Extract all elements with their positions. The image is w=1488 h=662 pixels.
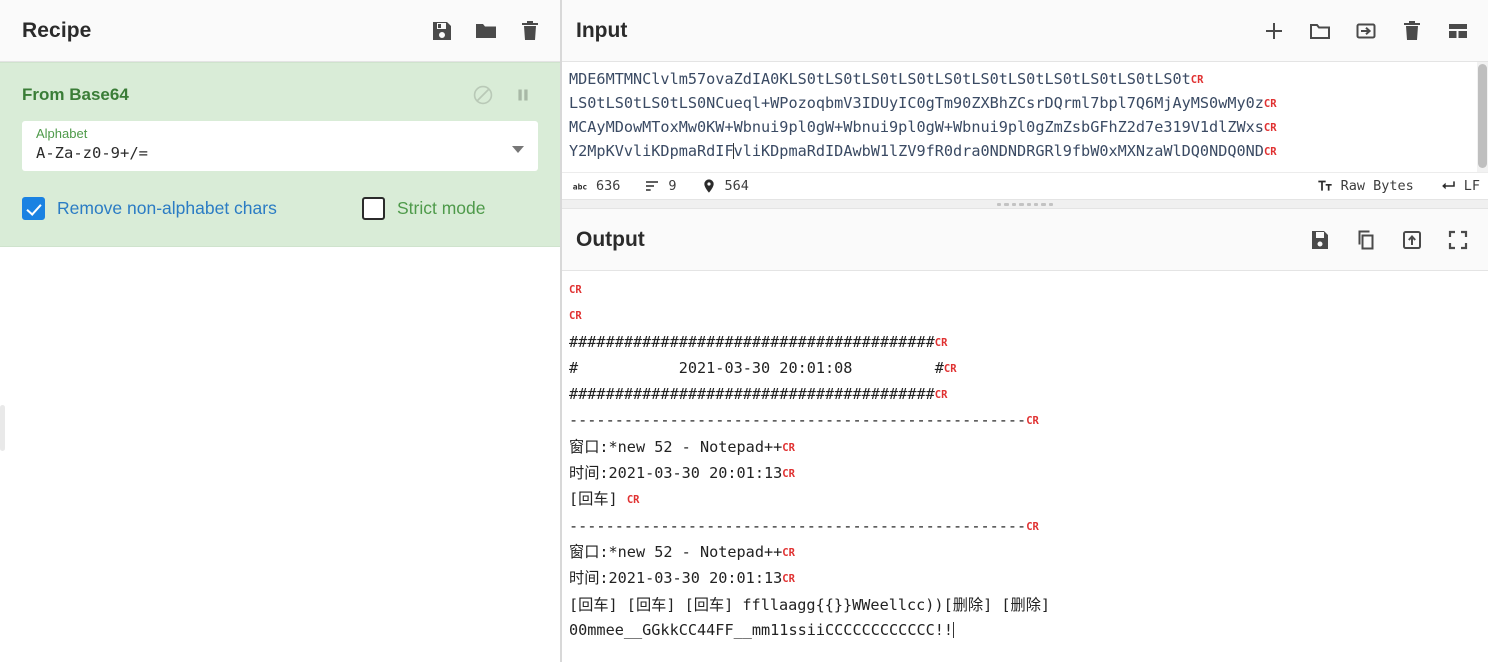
svg-text:abc: abc xyxy=(573,182,588,191)
input-textarea-wrap[interactable]: MDE6MTMNClvlm57ovaZdIA0KLS0tLS0tLS0tLS0t… xyxy=(562,62,1488,172)
checkbox-box-unchecked[interactable] xyxy=(362,197,385,220)
input-lines-value: 9 xyxy=(668,178,677,194)
alphabet-argument[interactable]: Alphabet xyxy=(22,121,538,171)
input-encoding-stat[interactable]: Raw Bytes xyxy=(1317,178,1414,194)
input-position-stat: 564 xyxy=(701,178,749,194)
input-line-ending-stat[interactable]: LF xyxy=(1440,178,1480,194)
open-folder-icon[interactable] xyxy=(1308,19,1332,43)
operation-controls xyxy=(472,84,538,106)
strict-mode-label: Strict mode xyxy=(397,198,486,218)
checkbox-box-checked[interactable] xyxy=(22,197,45,220)
input-text[interactable]: MDE6MTMNClvlm57ovaZdIA0KLS0tLS0tLS0tLS0t… xyxy=(562,62,1488,164)
replace-input-icon[interactable] xyxy=(1400,228,1424,252)
input-scrollbar-thumb[interactable] xyxy=(1478,64,1487,168)
abc-length-icon: abc xyxy=(572,178,588,194)
input-status-bar: abc 636 9 564 Raw Bytes LF xyxy=(562,172,1488,199)
output-body[interactable]: CR CR ####################################… xyxy=(562,271,1488,662)
breakpoint-pause-icon[interactable] xyxy=(512,84,534,106)
operation-header: From Base64 xyxy=(22,77,538,113)
recipe-pane: Recipe From Base64 Alphabet A-Za-z0-9+/=… xyxy=(0,0,562,662)
disable-icon[interactable] xyxy=(472,84,494,106)
output-toolbar xyxy=(1308,228,1470,252)
input-title-bar: Input xyxy=(562,0,1488,62)
input-position-value: 564 xyxy=(724,178,749,194)
reset-layout-icon[interactable] xyxy=(1446,19,1470,43)
io-splitter[interactable] xyxy=(562,199,1488,209)
copy-icon[interactable] xyxy=(1354,228,1378,252)
clear-icon[interactable] xyxy=(1400,19,1424,43)
input-encoding-value: Raw Bytes xyxy=(1340,178,1414,194)
add-tab-icon[interactable] xyxy=(1262,19,1286,43)
recipe-title-bar: Recipe xyxy=(0,0,560,62)
input-line-ending-value: LF xyxy=(1463,178,1480,194)
output-text: CR CR ####################################… xyxy=(569,284,1051,639)
character-encoding-icon xyxy=(1317,178,1333,194)
alphabet-argument-inner: Alphabet xyxy=(36,126,502,164)
remove-non-alphabet-chars-label: Remove non-alphabet chars xyxy=(57,198,277,218)
input-toolbar xyxy=(1262,19,1470,43)
io-pane: Input MDE6MTMNClvlm57ovaZdIA0KLS0tLS0tLS… xyxy=(562,0,1488,662)
input-lines-stat: 9 xyxy=(644,178,677,194)
recipe-title: Recipe xyxy=(22,18,92,42)
open-input-icon[interactable] xyxy=(1354,19,1378,43)
operation-name: From Base64 xyxy=(22,85,129,104)
input-length-stat: abc 636 xyxy=(572,178,621,194)
line-ending-icon xyxy=(1440,178,1456,194)
output-title-bar: Output xyxy=(562,209,1488,271)
position-pin-icon xyxy=(701,178,717,194)
output-title: Output xyxy=(576,227,645,251)
input-title: Input xyxy=(576,18,628,42)
trash-icon[interactable] xyxy=(518,19,542,43)
output-section: Output CR CR ###########################… xyxy=(562,209,1488,662)
operation-card-from-base64[interactable]: From Base64 Alphabet A-Za-z0-9+/= Remove… xyxy=(0,62,560,247)
cyberchef-app: Recipe From Base64 Alphabet A-Za-z0-9+/=… xyxy=(0,0,1488,662)
input-section: Input MDE6MTMNClvlm57ovaZdIA0KLS0tLS0tLS… xyxy=(562,0,1488,199)
folder-icon[interactable] xyxy=(474,19,498,43)
alphabet-input[interactable] xyxy=(36,142,502,164)
lines-icon xyxy=(644,178,660,194)
input-scrollbar-track[interactable] xyxy=(1477,62,1488,172)
recipe-toolbar xyxy=(430,19,542,43)
input-status-right: Raw Bytes LF xyxy=(1291,178,1480,194)
save-output-icon[interactable] xyxy=(1308,228,1332,252)
operation-checkboxes: Remove non-alphabet chars Strict mode xyxy=(22,197,538,220)
input-length-value: 636 xyxy=(596,178,621,194)
strict-mode-checkbox[interactable]: Strict mode xyxy=(362,197,486,220)
save-icon[interactable] xyxy=(430,19,454,43)
maximise-icon[interactable] xyxy=(1446,228,1470,252)
pane-resize-handle[interactable] xyxy=(0,405,5,451)
remove-non-alphabet-chars-checkbox[interactable]: Remove non-alphabet chars xyxy=(22,197,362,220)
chevron-down-icon[interactable] xyxy=(512,146,524,153)
splitter-grip xyxy=(997,202,1053,206)
alphabet-label: Alphabet xyxy=(36,126,88,141)
